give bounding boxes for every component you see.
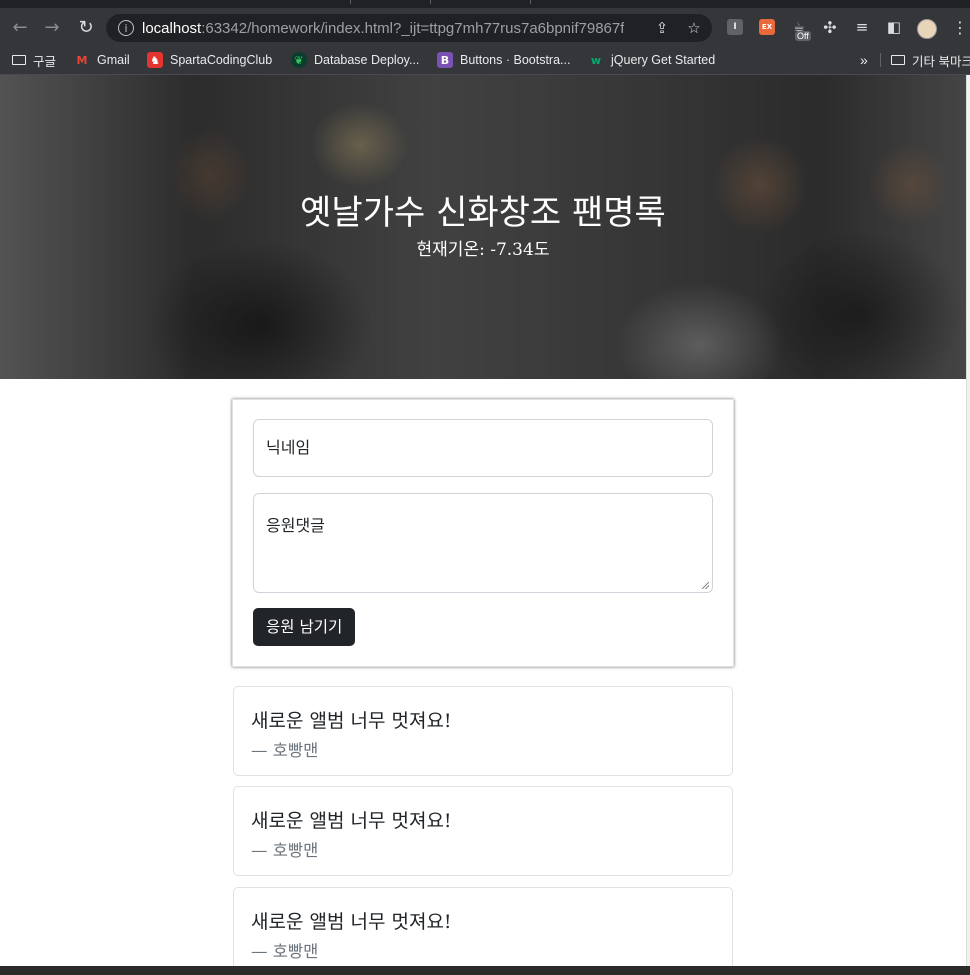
nickname-placeholder: 닉네임 [266, 438, 311, 457]
bookmarks-overflow-button[interactable]: » [860, 46, 868, 74]
tab-divider [530, 0, 531, 4]
submit-comment-button[interactable]: 응원 남기기 [253, 608, 356, 646]
comment-author: — 호빵맨 [251, 942, 319, 961]
comment-card: 새로운 앨범 너무 멋져요! — 호빵맨 [233, 887, 733, 966]
bookmark-item[interactable]: ❦ Database Deploy... [291, 46, 419, 74]
bookmark-label: Database Deploy... [314, 53, 420, 67]
profile-avatar[interactable] [917, 19, 937, 39]
comment-message: 새로운 앨범 너무 멋져요! [251, 710, 452, 732]
bookmarks-bar: 구글 M Gmail ♞ SpartaCodingClub ❦ Database… [0, 46, 970, 75]
current-temperature: 현재기온: -7.34도 [416, 240, 550, 260]
comment-card: 새로운 앨범 너무 멋져요! — 호빵맨 [233, 786, 733, 876]
bookmark-item[interactable]: 구글 [12, 46, 56, 74]
comment-form: 닉네임 응원댓글 응원 남기기 [232, 399, 734, 667]
share-icon[interactable]: ⇪ [650, 14, 674, 42]
comment-author: — 호빵맨 [251, 841, 319, 860]
tab-strip[interactable] [0, 0, 970, 8]
url-host: localhost [142, 19, 202, 37]
w3schools-icon: w [590, 53, 602, 67]
menu-kebab-icon[interactable]: ⋮ [946, 8, 970, 46]
side-panel-icon[interactable]: ◧ [880, 8, 908, 46]
address-bar[interactable]: i localhost:63342/homework/index.html?_i… [106, 14, 712, 42]
extension-i-icon[interactable]: I [727, 19, 743, 35]
bookmarks-divider [880, 53, 881, 67]
puzzle-extensions-icon[interactable]: ✣ [816, 8, 844, 46]
mongodb-icon: ❦ [291, 52, 307, 68]
folder-icon [12, 55, 26, 65]
comment-message: 새로운 앨범 너무 멋져요! [251, 911, 452, 933]
bookmark-label: jQuery Get Started [611, 53, 716, 67]
bookmark-item[interactable]: B Buttons · Bootstra... [437, 46, 570, 74]
bookmark-label: SpartaCodingClub [170, 53, 273, 67]
bookmark-label: Gmail [97, 53, 130, 67]
bootstrap-icon: B [437, 52, 453, 68]
comment-placeholder: 응원댓글 [266, 516, 325, 535]
bookmark-star-icon[interactable]: ☆ [682, 14, 706, 42]
comment-message: 새로운 앨범 너무 멋져요! [251, 810, 452, 832]
tab-divider [430, 0, 431, 4]
media-control-icon[interactable]: ≡ [848, 8, 876, 46]
url-path: :63342/homework/index.html?_ijt=ttpg7mh7… [201, 19, 625, 37]
back-icon[interactable]: ← [6, 8, 34, 46]
forward-icon[interactable]: → [38, 8, 66, 46]
extension-badge: Off [795, 31, 811, 41]
bookmark-label: 구글 [33, 54, 57, 69]
bookmark-item[interactable]: M Gmail [74, 46, 130, 74]
nickname-input[interactable]: 닉네임 [253, 419, 713, 477]
browser-toolbar: ← → ↻ i localhost:63342/homework/index.h… [0, 8, 970, 46]
bookmark-item[interactable]: ♞ SpartaCodingClub [147, 46, 272, 74]
scrollbar[interactable] [966, 75, 970, 966]
page-viewport: 옛날가수 신화창조 팬명록 현재기온: -7.34도 닉네임 응원댓글 응원 남… [0, 75, 966, 966]
bookmark-label: Buttons · Bootstra... [460, 53, 571, 67]
page-title: 옛날가수 신화창조 팬명록 [300, 193, 666, 233]
comment-card: 새로운 앨범 너무 멋져요! — 호빵맨 [233, 686, 733, 776]
site-info-icon[interactable]: i [118, 20, 134, 36]
tab-divider [350, 0, 351, 4]
sparta-icon: ♞ [147, 52, 163, 68]
folder-icon [891, 55, 905, 65]
gmail-icon: M [76, 53, 88, 67]
other-bookmarks[interactable]: 기타 북마크 [891, 46, 970, 74]
comment-author: — 호빵맨 [251, 741, 319, 760]
window-bottom-edge [0, 966, 970, 975]
reload-icon[interactable]: ↻ [72, 8, 100, 46]
comment-textarea[interactable]: 응원댓글 [253, 493, 713, 593]
bookmark-label: 기타 북마크 [912, 54, 970, 69]
bookmark-item[interactable]: w jQuery Get Started [588, 46, 715, 74]
hero-banner: 옛날가수 신화창조 팬명록 현재기온: -7.34도 [0, 75, 966, 379]
extension-ex-icon[interactable]: EX [759, 19, 775, 35]
resize-handle[interactable] [702, 582, 709, 589]
